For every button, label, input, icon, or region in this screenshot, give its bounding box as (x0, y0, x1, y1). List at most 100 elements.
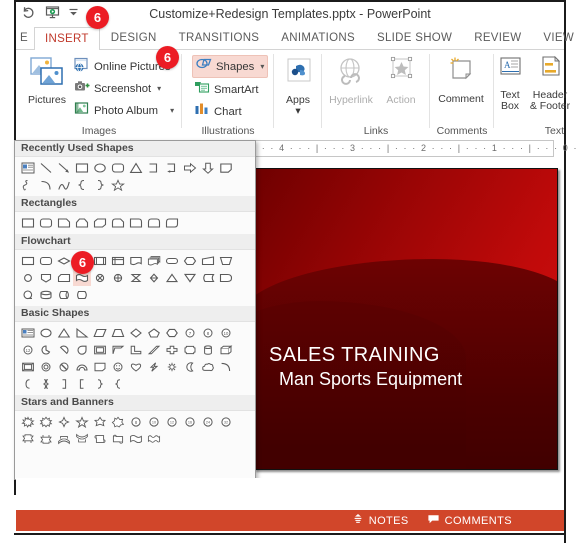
slide-canvas[interactable]: SALES TRAINING Man Sports Equipment (254, 168, 558, 470)
shape-flowchart-stored-data[interactable] (199, 269, 217, 286)
shape-text-box[interactable] (19, 159, 37, 176)
shape-vertical-scroll[interactable] (91, 430, 109, 447)
shape-horizontal-scroll[interactable] (109, 430, 127, 447)
apps-chevron-down-icon[interactable]: ▾ (271, 106, 325, 117)
shape-flowchart-sort[interactable] (145, 269, 163, 286)
shape-flowchart-document[interactable] (127, 252, 145, 269)
shape-down-arrow[interactable] (199, 159, 217, 176)
shape-octagon[interactable]: 8 (199, 324, 217, 341)
shape-cloud[interactable] (199, 358, 217, 375)
shape-double-wave[interactable] (145, 430, 163, 447)
shape-flowchart-internal-storage[interactable] (109, 252, 127, 269)
shape-flowchart-or[interactable] (109, 269, 127, 286)
shape-up-ribbon[interactable] (19, 430, 37, 447)
tab-slide-show[interactable]: SLIDE SHOW (366, 27, 463, 50)
shape-elbow-connector[interactable] (145, 159, 163, 176)
shape-heart[interactable] (127, 358, 145, 375)
shape-flowchart-connector[interactable] (19, 269, 37, 286)
shape-flowchart-preparation[interactable] (181, 252, 199, 269)
shape-explosion-2[interactable] (37, 413, 55, 430)
shape-star-24-point[interactable]: 24 (199, 413, 217, 430)
shape-explosion-1[interactable] (19, 413, 37, 430)
shapes-chevron-down-icon[interactable]: ▾ (260, 62, 264, 71)
shape-half-frame[interactable] (109, 341, 127, 358)
shape-down-ribbon[interactable] (37, 430, 55, 447)
shape-snip-same-side-corner-rectangle[interactable] (73, 214, 91, 231)
tab-transitions[interactable]: TRANSITIONS (168, 27, 271, 50)
shape-arc[interactable] (37, 176, 55, 193)
photo-album-button[interactable]: Photo Album ▾ (74, 100, 174, 121)
shape-bevel[interactable] (19, 358, 37, 375)
shape-flowchart-manual-operation[interactable] (217, 252, 235, 269)
shape-no-symbol[interactable] (55, 358, 73, 375)
action-button[interactable]: Action (374, 56, 428, 106)
shape-arc[interactable] (217, 358, 235, 375)
shape-block-arc[interactable] (73, 358, 91, 375)
notes-button[interactable]: NOTES (352, 512, 409, 530)
shape-six-point-star[interactable] (91, 413, 109, 430)
photo-album-chevron-down-icon[interactable]: ▾ (170, 106, 174, 115)
shape-flowchart-manual-input[interactable] (199, 252, 217, 269)
shape-smiley-face[interactable] (109, 358, 127, 375)
shape-rectangle[interactable] (19, 214, 37, 231)
shape-star-8-point[interactable]: 8 (127, 413, 145, 430)
shape-flowchart-extract[interactable] (163, 269, 181, 286)
shape-flowchart-summing-junction[interactable] (91, 269, 109, 286)
shape-line-arrow[interactable] (55, 159, 73, 176)
shape-flowchart-terminator[interactable] (163, 252, 181, 269)
slide-editing-area[interactable]: SALES TRAINING Man Sports Equipment (236, 158, 558, 498)
shape-right-brace[interactable] (91, 176, 109, 193)
shape-flowchart-multidocument[interactable] (145, 252, 163, 269)
comments-button[interactable]: COMMENTS (427, 512, 512, 530)
tab-design[interactable]: DESIGN (100, 27, 168, 50)
shape-flowchart-alternate-process[interactable] (37, 252, 55, 269)
shape-oval[interactable] (91, 159, 109, 176)
shape-freeform-scribble[interactable] (19, 176, 37, 193)
shape-flowchart-collate[interactable] (127, 269, 145, 286)
screenshot-chevron-down-icon[interactable]: ▾ (157, 84, 161, 93)
shape-rounded-rectangle[interactable] (109, 159, 127, 176)
shape-folded-corner[interactable] (217, 159, 235, 176)
shape-right-triangle[interactable] (73, 324, 91, 341)
shape-flowchart-process[interactable] (19, 252, 37, 269)
pictures-button[interactable]: Pictures (20, 54, 74, 106)
shape-star-16-point[interactable]: 16 (181, 413, 199, 430)
shape-moon[interactable] (181, 358, 199, 375)
slide-subtitle[interactable]: Man Sports Equipment (279, 367, 547, 391)
tab-file[interactable]: E (16, 27, 34, 50)
shape-right-brace[interactable] (91, 375, 109, 392)
header-footer-button[interactable]: Header & Footer (526, 55, 574, 112)
shape-star-12-point[interactable]: 12 (163, 413, 181, 430)
shape-rectangle[interactable] (73, 159, 91, 176)
tab-animations[interactable]: ANIMATIONS (270, 27, 366, 50)
shape-snip-diagonal-corner-rectangle[interactable] (91, 214, 109, 231)
shape-flowchart-display[interactable] (73, 286, 91, 303)
shape-snip-and-round-single-corner-rectangle[interactable] (109, 214, 127, 231)
shape-pentagon[interactable] (145, 324, 163, 341)
shape-curved-down-ribbon[interactable] (73, 430, 91, 447)
tab-review[interactable]: REVIEW (463, 27, 532, 50)
shape-elbow-arrow-connector[interactable] (163, 159, 181, 176)
shape-five-point-star[interactable] (73, 413, 91, 430)
shape-left-brace[interactable] (73, 176, 91, 193)
shape-cross[interactable] (163, 341, 181, 358)
shape-decagon[interactable]: 10 (217, 324, 235, 341)
shape-dodecagon[interactable]: 12 (19, 341, 37, 358)
shape-round-same-side-corner-rectangle[interactable] (145, 214, 163, 231)
shape-five-point-star[interactable] (109, 176, 127, 193)
shape-double-bracket[interactable] (73, 375, 91, 392)
shape-wave[interactable] (127, 430, 145, 447)
shape-left-bracket[interactable] (19, 375, 37, 392)
shape-teardrop[interactable] (73, 341, 91, 358)
shape-round-single-corner-rectangle[interactable] (127, 214, 145, 231)
shape-folded-corner[interactable] (91, 358, 109, 375)
shape-l-shape[interactable] (127, 341, 145, 358)
shape-star-32-point[interactable]: 32 (217, 413, 235, 430)
shapes-gallery-dropdown[interactable]: Recently Used Shapes Rectangles Flowchar… (14, 140, 256, 480)
shape-donut[interactable] (37, 358, 55, 375)
hyperlink-button[interactable]: Hyperlink (324, 56, 378, 106)
shape-plaque[interactable] (181, 341, 199, 358)
shape-right-bracket[interactable] (55, 375, 73, 392)
shape-double-brace[interactable] (109, 375, 127, 392)
shape-right-arrow[interactable] (181, 159, 199, 176)
